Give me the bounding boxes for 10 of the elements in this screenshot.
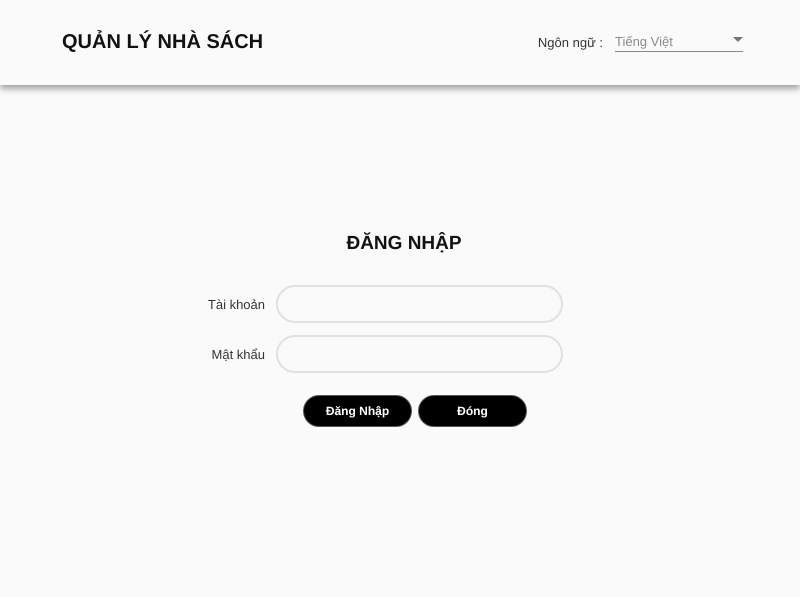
login-button[interactable]: Đăng Nhập [303,395,412,427]
input-field[interactable] [276,335,563,373]
app-title: QUẢN LÝ NHÀ SÁCH [62,31,264,54]
login-button[interactable]: Đóng [418,395,527,427]
caret-icon [733,36,743,42]
login-title: ĐĂNG NHẬP [345,233,463,255]
input-field[interactable] [276,285,563,323]
language-label: Ngôn ngữ : [538,35,603,50]
field-label: Mật khẩu [210,346,265,362]
field-label: Tài khoản [206,296,265,312]
